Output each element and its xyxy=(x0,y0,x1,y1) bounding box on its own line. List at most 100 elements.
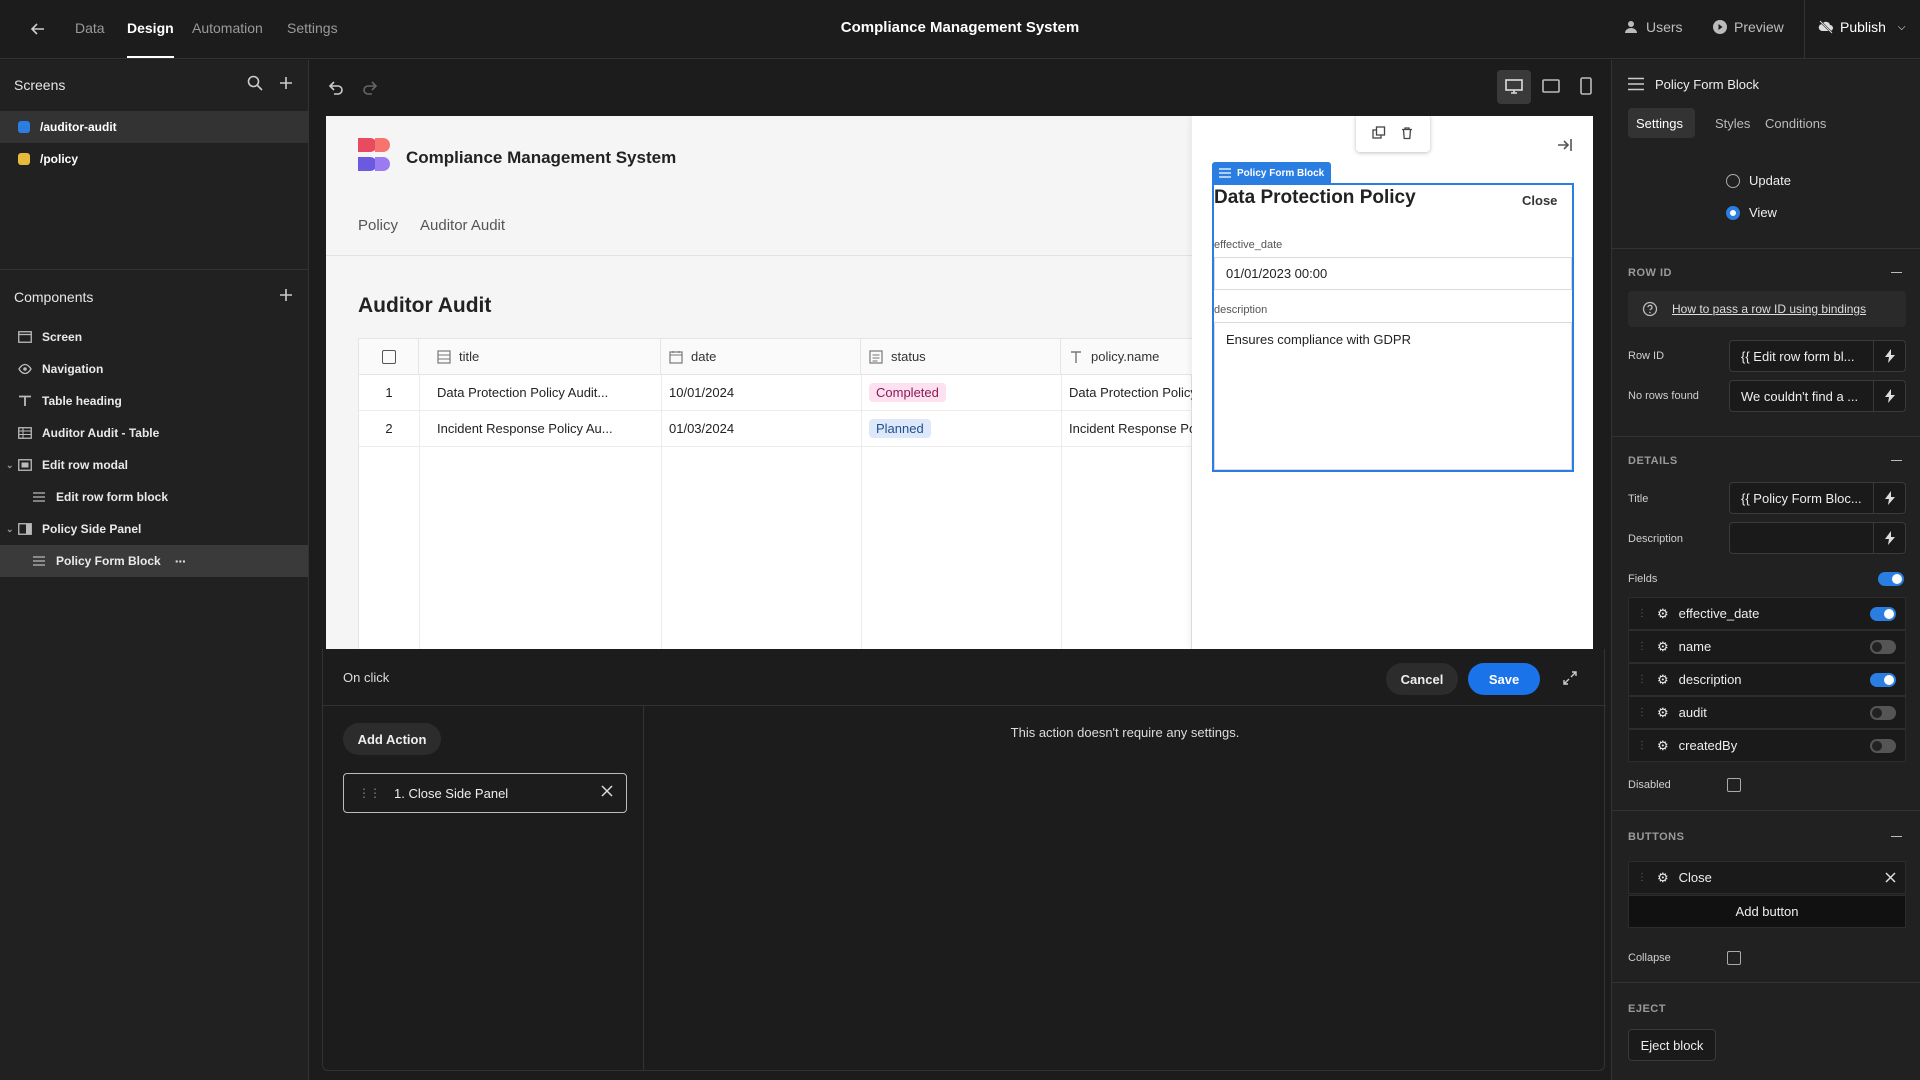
table-cell-status[interactable]: Planned xyxy=(861,411,1061,447)
add-button[interactable]: Add button xyxy=(1628,895,1906,928)
remove-button-icon[interactable] xyxy=(1884,871,1897,884)
drag-handle-icon[interactable]: ⋮ xyxy=(1637,740,1647,751)
add-component-icon[interactable] xyxy=(277,286,295,304)
button-item-close[interactable]: ⋮ ⚙ Close xyxy=(1628,861,1906,894)
chevron-down-icon[interactable]: ⌄ xyxy=(6,524,14,535)
component-screen[interactable]: Screen xyxy=(0,321,308,353)
publish-button[interactable]: Publish ⌵ xyxy=(1818,19,1906,35)
save-button[interactable]: Save xyxy=(1468,663,1540,695)
policy-form-block[interactable]: Data Protection Policy Close effective_d… xyxy=(1212,183,1574,472)
redo-icon[interactable] xyxy=(360,78,380,98)
component-navigation[interactable]: Navigation xyxy=(0,353,308,385)
drag-handle-icon[interactable]: ⋮ xyxy=(1637,707,1647,718)
fields-toggle[interactable] xyxy=(1878,572,1904,586)
duplicate-icon[interactable] xyxy=(1372,126,1386,140)
field-item-created-by[interactable]: ⋮ ⚙ createdBy xyxy=(1628,729,1906,762)
table-cell-date[interactable]: 01/03/2024 xyxy=(661,411,861,447)
component-table-heading[interactable]: Table heading xyxy=(0,385,308,417)
search-icon[interactable] xyxy=(246,74,264,92)
lightning-icon[interactable] xyxy=(1873,483,1905,513)
effective-date-field[interactable]: 01/01/2023 00:00 xyxy=(1214,257,1572,290)
tab-conditions[interactable]: Conditions xyxy=(1765,116,1826,131)
column-header-policy-name[interactable]: policy.name xyxy=(1061,339,1193,375)
drag-handle-icon[interactable]: ⋮ xyxy=(1637,674,1647,685)
gear-icon[interactable]: ⚙ xyxy=(1657,738,1669,754)
collapse-panel-icon[interactable] xyxy=(1556,136,1574,154)
field-toggle[interactable] xyxy=(1870,639,1896,654)
component-edit-row-modal[interactable]: ⌄ Edit row modal xyxy=(0,449,308,481)
remove-action-icon[interactable] xyxy=(600,784,614,798)
drag-handle-icon[interactable]: ⋮ xyxy=(1637,641,1647,652)
gear-icon[interactable]: ⚙ xyxy=(1657,705,1669,721)
more-options-icon[interactable]: ··· xyxy=(175,553,187,569)
users-button[interactable]: Users xyxy=(1624,19,1683,35)
drag-handle-icon[interactable]: ⋮ xyxy=(1637,608,1647,619)
drag-handle-icon[interactable]: ⋮ xyxy=(1637,872,1647,883)
block-name: Policy Form Block xyxy=(1655,77,1760,92)
table-cell-title[interactable]: Incident Response Policy Au... xyxy=(419,411,661,447)
field-item-description[interactable]: ⋮ ⚙ description xyxy=(1628,663,1906,696)
disabled-checkbox[interactable] xyxy=(1727,778,1741,792)
nav-link-auditor-audit[interactable]: Auditor Audit xyxy=(420,217,505,234)
table-cell-status[interactable]: Completed xyxy=(861,375,1061,411)
table-cell-policy[interactable]: Incident Response Policy xyxy=(1061,411,1193,447)
no-rows-binding-field[interactable]: We couldn't find a ... xyxy=(1729,380,1906,412)
drag-handle-icon[interactable]: ⋮⋮ xyxy=(358,786,381,800)
field-item-name[interactable]: ⋮ ⚙ name xyxy=(1628,630,1906,663)
lightning-icon[interactable] xyxy=(1873,523,1905,553)
description-textarea[interactable]: Ensures compliance with GDPR xyxy=(1214,322,1572,470)
tab-styles[interactable]: Styles xyxy=(1715,116,1750,131)
undo-icon[interactable] xyxy=(326,78,346,98)
row-id-binding-field[interactable]: {{ Edit row form bl... xyxy=(1729,340,1906,372)
table-cell-title[interactable]: Data Protection Policy Audit... xyxy=(419,375,661,411)
mobile-view-icon[interactable] xyxy=(1580,77,1592,95)
mode-update-radio[interactable]: Update xyxy=(1726,173,1791,188)
screen-item-auditor-audit[interactable]: /auditor-audit xyxy=(0,111,308,143)
screen-item-policy[interactable]: /policy xyxy=(0,143,308,175)
mode-view-radio[interactable]: View xyxy=(1726,205,1777,220)
field-toggle[interactable] xyxy=(1870,705,1896,720)
add-screen-icon[interactable] xyxy=(277,74,295,92)
field-item-audit[interactable]: ⋮ ⚙ audit xyxy=(1628,696,1906,729)
field-item-effective-date[interactable]: ⋮ ⚙ effective_date xyxy=(1628,597,1906,630)
field-toggle[interactable] xyxy=(1870,738,1896,753)
gear-icon[interactable]: ⚙ xyxy=(1657,606,1669,622)
description-binding-field[interactable] xyxy=(1729,522,1906,554)
lightning-icon[interactable] xyxy=(1873,381,1905,411)
trash-icon[interactable] xyxy=(1400,126,1414,140)
gear-icon[interactable]: ⚙ xyxy=(1657,672,1669,688)
gear-icon[interactable]: ⚙ xyxy=(1657,870,1669,886)
collapse-section-icon[interactable] xyxy=(1891,836,1902,837)
field-toggle[interactable] xyxy=(1870,606,1896,621)
gear-icon[interactable]: ⚙ xyxy=(1657,639,1669,655)
title-binding-field[interactable]: {{ Policy Form Bloc... xyxy=(1729,482,1906,514)
chevron-down-icon[interactable]: ⌄ xyxy=(6,460,14,471)
table-cell-policy[interactable]: Data Protection Policy xyxy=(1061,375,1193,411)
select-all-checkbox[interactable] xyxy=(381,349,396,364)
lightning-icon[interactable] xyxy=(1873,341,1905,371)
field-toggle[interactable] xyxy=(1870,672,1896,687)
collapse-checkbox[interactable] xyxy=(1727,951,1741,965)
desktop-view-icon[interactable] xyxy=(1497,70,1531,104)
component-policy-side-panel[interactable]: ⌄ Policy Side Panel xyxy=(0,513,308,545)
column-header-title[interactable]: title xyxy=(419,339,661,375)
tab-settings[interactable]: Settings xyxy=(1636,116,1683,131)
row-id-help-link[interactable]: How to pass a row ID using bindings xyxy=(1672,302,1866,316)
component-edit-row-form-block[interactable]: Edit row form block xyxy=(0,481,308,513)
column-header-status[interactable]: status xyxy=(861,339,1061,375)
close-button[interactable]: Close xyxy=(1522,193,1557,208)
add-action-button[interactable]: Add Action xyxy=(343,723,441,755)
nav-link-policy[interactable]: Policy xyxy=(358,217,398,234)
component-policy-form-block[interactable]: Policy Form Block ··· xyxy=(0,545,308,577)
cancel-button[interactable]: Cancel xyxy=(1386,663,1458,695)
column-header-date[interactable]: date xyxy=(661,339,861,375)
table-cell-date[interactable]: 10/01/2024 xyxy=(661,375,861,411)
collapse-section-icon[interactable] xyxy=(1891,460,1902,461)
action-item[interactable]: ⋮⋮ 1. Close Side Panel xyxy=(343,773,627,813)
expand-icon[interactable] xyxy=(1562,670,1578,686)
preview-button[interactable]: Preview xyxy=(1712,19,1784,35)
eject-block-button[interactable]: Eject block xyxy=(1628,1029,1716,1061)
component-auditor-audit-table[interactable]: Auditor Audit - Table xyxy=(0,417,308,449)
tablet-view-icon[interactable] xyxy=(1542,78,1560,94)
collapse-section-icon[interactable] xyxy=(1891,272,1902,273)
